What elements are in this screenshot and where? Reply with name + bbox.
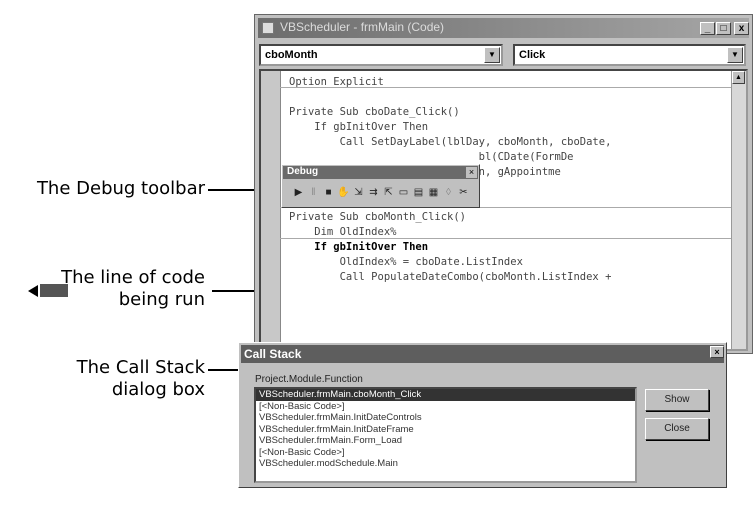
maximize-icon[interactable]: □: [716, 22, 731, 35]
margin-indicator-bar[interactable]: [261, 71, 281, 349]
call-stack-leader: [208, 369, 240, 371]
code-line[interactable]: If gbInitOver Then: [289, 120, 611, 135]
call-stack-row[interactable]: VBScheduler.frmMain.InitDateFrame: [256, 424, 635, 436]
call-stack-list[interactable]: VBScheduler.frmMain.cboMonth_Click [<Non-…: [254, 387, 637, 483]
code-window-app-icon: [262, 22, 274, 34]
vertical-scrollbar[interactable]: ▲: [731, 71, 746, 349]
call-stack-row[interactable]: [<Non-Basic Code>]: [256, 401, 635, 413]
code-editor[interactable]: Option Explicit Private Sub cboDate_Click…: [259, 69, 748, 351]
close-icon[interactable]: ×: [710, 346, 724, 358]
code-line[interactable]: Dim OldIndex%: [289, 225, 611, 240]
current-line-callout-line1: The line of code: [61, 267, 205, 288]
close-icon[interactable]: x: [734, 22, 749, 35]
call-stack-row[interactable]: VBScheduler.frmMain.cboMonth_Click: [256, 389, 635, 401]
chevron-down-icon[interactable]: ▼: [484, 47, 500, 63]
code-window-titlebar[interactable]: VBScheduler - frmMain (Code) _ □ x: [258, 18, 749, 38]
call-stack-title: Call Stack: [244, 347, 302, 361]
close-icon[interactable]: ×: [466, 167, 477, 178]
debug-toolbar-title: Debug: [287, 166, 319, 177]
minimize-icon[interactable]: _: [700, 22, 715, 35]
call-stack-row[interactable]: VBScheduler.modSchedule.Main: [256, 458, 635, 470]
code-line[interactable]: bl(CDate(FormDe: [289, 150, 611, 165]
call-stack-row[interactable]: VBScheduler.frmMain.InitDateControls: [256, 412, 635, 424]
code-window-title: VBScheduler - frmMain (Code): [280, 20, 445, 34]
call-stack-row[interactable]: [<Non-Basic Code>]: [256, 447, 635, 459]
call-stack-icon[interactable]: ✂: [455, 184, 472, 202]
call-stack-titlebar[interactable]: Call Stack: [241, 345, 724, 363]
close-button[interactable]: Close: [645, 418, 709, 440]
execution-arrow-icon: [28, 285, 38, 297]
code-line[interactable]: Call SetDayLabel(lblDay, cboMonth, cboDa…: [289, 135, 612, 150]
object-combo-value: cboMonth: [265, 49, 318, 61]
call-stack-dialog: Call Stack × Project.Module.Function VBS…: [238, 342, 727, 488]
debug-toolbar-callout: The Debug toolbar: [36, 178, 205, 199]
call-stack-callout: The Call Stack dialog box: [77, 357, 205, 401]
object-combo[interactable]: cboMonth ▼: [259, 44, 503, 66]
call-stack-callout-line2: dialog box: [111, 379, 205, 400]
code-line[interactable]: Private Sub cboMonth_Click(): [289, 210, 611, 225]
chevron-down-icon[interactable]: ▼: [727, 47, 743, 63]
scroll-up-icon[interactable]: ▲: [732, 71, 745, 84]
debug-toolbar-titlebar[interactable]: Debug ×: [283, 166, 478, 179]
procedure-combo[interactable]: Click ▼: [513, 44, 746, 66]
execution-point-marker: [40, 284, 68, 297]
code-line[interactable]: If gbInitOver Then: [289, 240, 611, 255]
code-line[interactable]: OldIndex% = cboDate.ListIndex: [289, 255, 611, 270]
debug-toolbar: Debug × ▶ ‖ ■ ✋ ⇲ ⇉ ⇱ ▭ ▤ ▦ ◊ ✂: [281, 164, 480, 208]
procedure-combo-value: Click: [519, 49, 546, 61]
call-stack-column-label: Project.Module.Function: [255, 374, 363, 385]
code-line[interactable]: Call PopulateDateCombo(cboMonth.ListInde…: [289, 270, 612, 285]
current-line-callout-line2: being run: [118, 289, 205, 310]
code-line[interactable]: Option Explicit: [289, 75, 611, 90]
code-line[interactable]: [289, 90, 611, 105]
call-stack-row[interactable]: VBScheduler.frmMain.Form_Load: [256, 435, 635, 447]
call-stack-callout-line1: The Call Stack: [76, 357, 205, 378]
show-button[interactable]: Show: [645, 389, 709, 411]
current-line-callout: The line of code being run: [61, 267, 205, 311]
code-line[interactable]: Private Sub cboDate_Click(): [289, 105, 611, 120]
